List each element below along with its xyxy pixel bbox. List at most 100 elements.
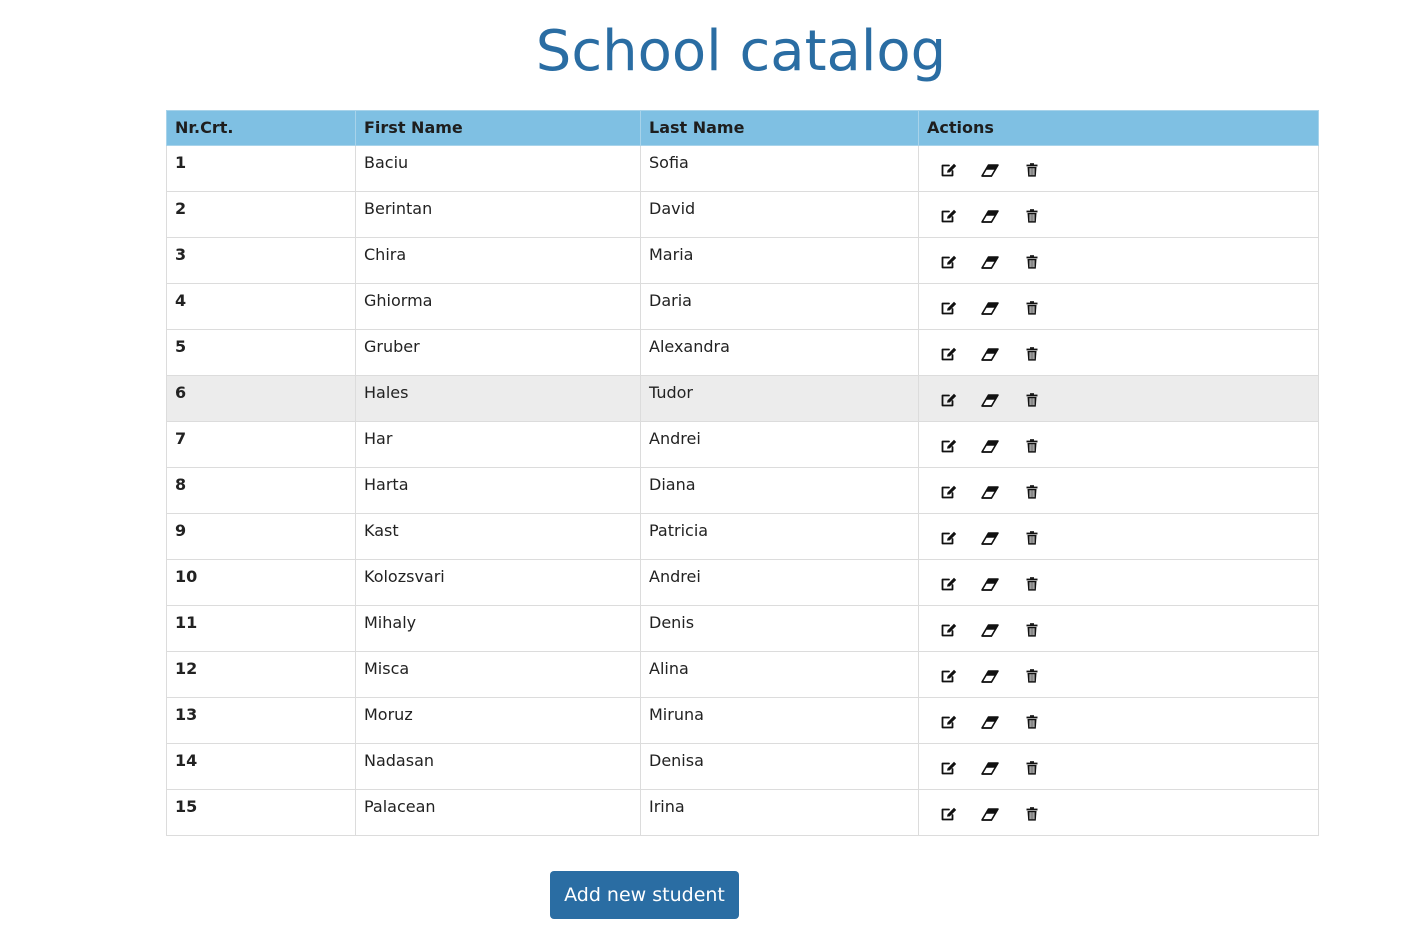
header-last-name: Last Name [640,110,919,146]
row-first-name: Berintan [355,191,641,238]
row-nr: 12 [166,651,356,698]
edit-student-button[interactable] [938,207,958,225]
clear-student-button[interactable] [980,161,1000,179]
clear-student-button[interactable] [980,299,1000,317]
edit-student-button[interactable] [938,759,958,777]
delete-student-button[interactable] [1022,713,1042,731]
edit-student-button[interactable] [938,575,958,593]
row-nr: 11 [166,605,356,652]
clear-student-button[interactable] [980,575,1000,593]
delete-student-button[interactable] [1022,575,1042,593]
edit-student-button[interactable] [938,529,958,547]
edit-student-button[interactable] [938,667,958,685]
delete-student-button[interactable] [1022,667,1042,685]
row-actions [918,789,1319,836]
row-first-name: Mihaly [355,605,641,652]
eraser-icon [981,439,999,453]
row-actions [918,467,1319,514]
table-row: 9 Kast Patricia [166,513,1319,560]
edit-student-button[interactable] [938,805,958,823]
clear-student-button[interactable] [980,483,1000,501]
row-first-name: Chira [355,237,641,284]
row-actions [918,375,1319,422]
delete-student-button[interactable] [1022,207,1042,225]
edit-icon [940,439,957,454]
edit-icon [940,807,957,822]
delete-student-button[interactable] [1022,621,1042,639]
row-actions [918,237,1319,284]
edit-icon [940,669,957,684]
row-last-name: Miruna [640,697,919,744]
trash-icon [1026,255,1038,269]
edit-student-button[interactable] [938,253,958,271]
clear-student-button[interactable] [980,713,1000,731]
delete-student-button[interactable] [1022,391,1042,409]
eraser-icon [981,577,999,591]
eraser-icon [981,163,999,177]
delete-student-button[interactable] [1022,345,1042,363]
clear-student-button[interactable] [980,759,1000,777]
table-row: 5 Gruber Alexandra [166,329,1319,376]
row-nr: 6 [166,375,356,422]
edit-student-button[interactable] [938,299,958,317]
add-new-student-button[interactable]: Add new student [550,871,739,919]
edit-student-button[interactable] [938,345,958,363]
row-actions [918,697,1319,744]
clear-student-button[interactable] [980,253,1000,271]
clear-student-button[interactable] [980,529,1000,547]
eraser-icon [981,255,999,269]
delete-student-button[interactable] [1022,437,1042,455]
row-nr: 2 [166,191,356,238]
delete-student-button[interactable] [1022,299,1042,317]
delete-student-button[interactable] [1022,253,1042,271]
edit-icon [940,485,957,500]
row-last-name: Daria [640,283,919,330]
clear-student-button[interactable] [980,391,1000,409]
clear-student-button[interactable] [980,345,1000,363]
clear-student-button[interactable] [980,667,1000,685]
row-last-name: Tudor [640,375,919,422]
edit-student-button[interactable] [938,391,958,409]
clear-student-button[interactable] [980,207,1000,225]
edit-student-button[interactable] [938,437,958,455]
row-nr: 4 [166,283,356,330]
eraser-icon [981,715,999,729]
row-nr: 13 [166,697,356,744]
eraser-icon [981,623,999,637]
edit-student-button[interactable] [938,621,958,639]
delete-student-button[interactable] [1022,161,1042,179]
eraser-icon [981,761,999,775]
edit-student-button[interactable] [938,161,958,179]
eraser-icon [981,347,999,361]
delete-student-button[interactable] [1022,529,1042,547]
trash-icon [1026,209,1038,223]
row-first-name: Har [355,421,641,468]
edit-icon [940,531,957,546]
row-nr: 15 [166,789,356,836]
clear-student-button[interactable] [980,805,1000,823]
trash-icon [1026,807,1038,821]
edit-student-button[interactable] [938,483,958,501]
header-actions: Actions [918,110,1319,146]
eraser-icon [981,301,999,315]
row-actions [918,605,1319,652]
trash-icon [1026,347,1038,361]
edit-student-button[interactable] [938,713,958,731]
row-nr: 7 [166,421,356,468]
delete-student-button[interactable] [1022,483,1042,501]
edit-icon [940,347,957,362]
row-last-name: Diana [640,467,919,514]
table-row: 8 Harta Diana [166,467,1319,514]
eraser-icon [981,209,999,223]
clear-student-button[interactable] [980,437,1000,455]
row-nr: 8 [166,467,356,514]
header-first-name: First Name [355,110,641,146]
row-first-name: Nadasan [355,743,641,790]
row-actions [918,421,1319,468]
clear-student-button[interactable] [980,621,1000,639]
delete-student-button[interactable] [1022,759,1042,777]
edit-icon [940,163,957,178]
trash-icon [1026,163,1038,177]
table-row: 4 Ghiorma Daria [166,283,1319,330]
delete-student-button[interactable] [1022,805,1042,823]
